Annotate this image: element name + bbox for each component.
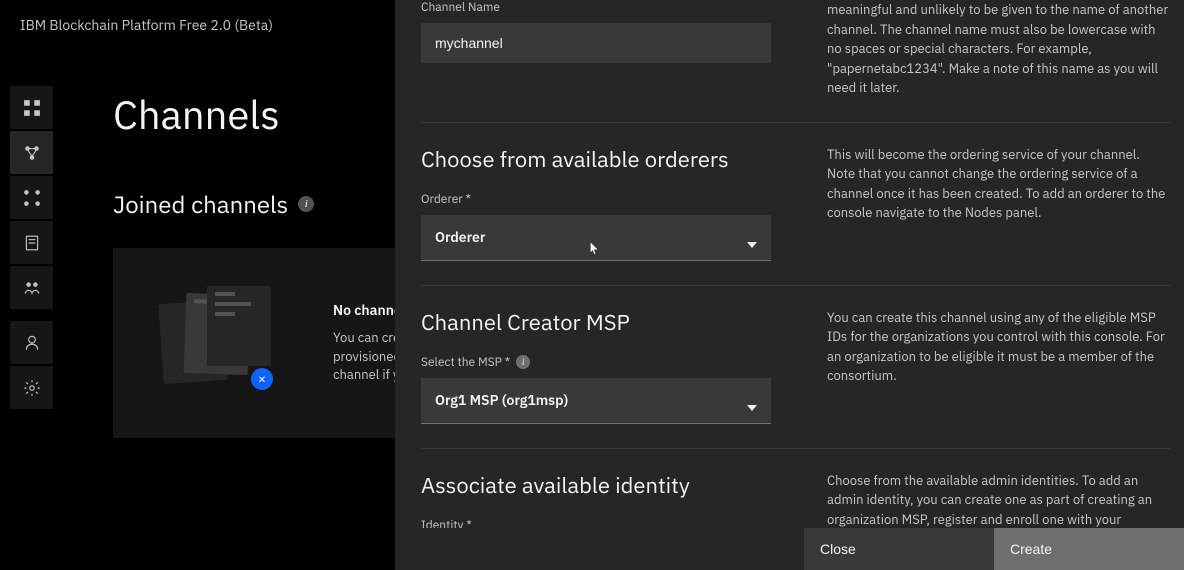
orderer-select[interactable]: Orderer [421, 215, 771, 261]
user-icon [23, 334, 41, 352]
channel-name-help: meaningful and unlikely to be given to t… [827, 0, 1170, 98]
identity-help: Choose from the available admin identiti… [827, 471, 1170, 529]
identity-group-title: Associate available identity [421, 471, 771, 500]
orderer-label: Orderer * [421, 192, 771, 207]
contracts-icon [23, 234, 41, 252]
msp-group-title: Channel Creator MSP [421, 308, 771, 337]
create-channel-modal: Channel Name meaningful and unlikely to … [395, 0, 1184, 570]
watermark: @51CTO博客 [1110, 546, 1176, 562]
close-button[interactable]: Close [804, 528, 994, 570]
orgs-icon [23, 279, 41, 297]
gear-icon [23, 379, 41, 397]
nav-channels[interactable] [10, 176, 53, 219]
info-icon[interactable]: i [516, 355, 530, 369]
sidebar-nav [0, 76, 53, 570]
nav-user[interactable] [10, 321, 53, 364]
grid-icon [23, 99, 41, 117]
chevron-down-icon [747, 397, 757, 403]
msp-help: You can create this channel using any of… [827, 308, 1170, 424]
msp-select[interactable]: Org1 MSP (org1msp) [421, 378, 771, 424]
info-icon[interactable]: i [298, 196, 314, 212]
chevron-down-icon [747, 234, 757, 240]
channel-name-label: Channel Name [421, 0, 771, 15]
channels-icon [23, 189, 41, 207]
joined-channels-label: Joined channels [113, 188, 288, 220]
close-icon: ✕ [251, 368, 273, 390]
msp-value: Org1 MSP (org1msp) [435, 391, 568, 409]
msp-label: Select the MSP * i [421, 355, 771, 370]
orderer-value: Orderer [435, 228, 485, 246]
nodes-icon [23, 144, 41, 162]
nav-settings[interactable] [10, 366, 53, 409]
orderer-group-title: Choose from available orderers [421, 145, 771, 174]
identity-label: Identity * [421, 518, 771, 529]
nav-nodes[interactable] [10, 131, 53, 174]
orderer-help: This will become the ordering service of… [827, 145, 1170, 261]
nav-smart-contracts[interactable] [10, 221, 53, 264]
empty-illustration: ✕ [139, 278, 309, 408]
nav-dashboard[interactable] [10, 86, 53, 129]
channel-name-input[interactable] [421, 23, 771, 63]
nav-organizations[interactable] [10, 266, 53, 309]
